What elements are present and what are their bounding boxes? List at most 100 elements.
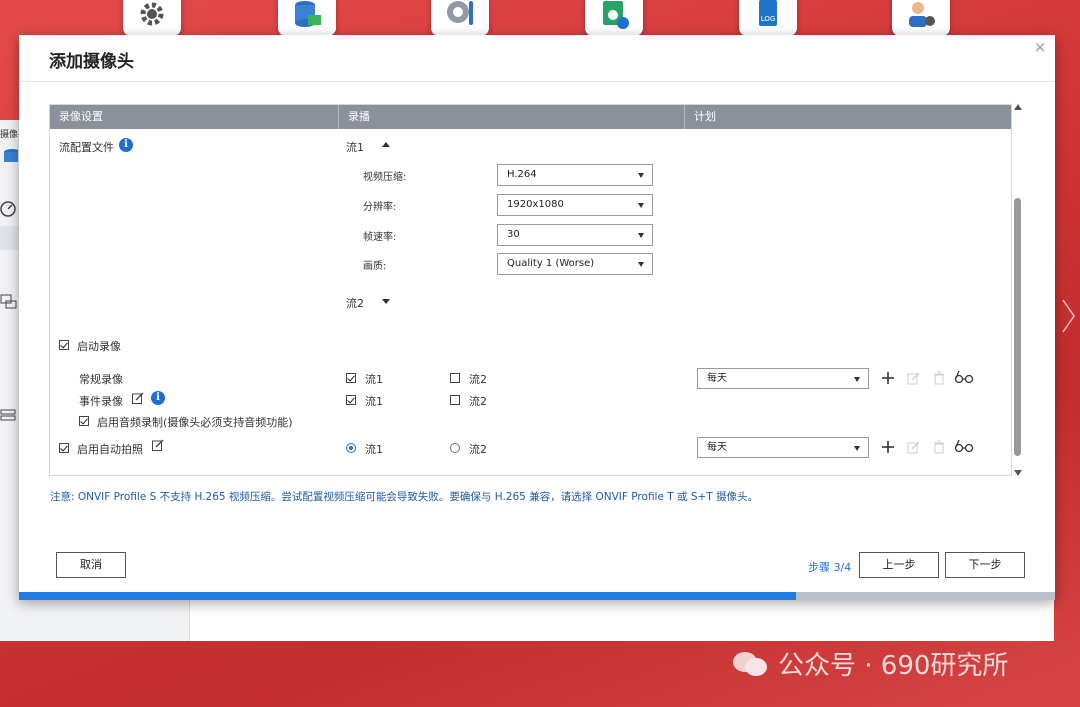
edit-event-icon[interactable] (132, 392, 144, 404)
wizard-progress-fill (19, 592, 796, 600)
chevron-down-icon (638, 262, 644, 267)
enable-audio-label: 启用音频录制(摄像头必须支持音频功能) (97, 416, 293, 429)
regular-schedule-select[interactable]: 每天 (697, 368, 869, 389)
watermark: 公众号 · 690研究所 (730, 645, 1008, 682)
snapshot-stream2-label: 流2 (469, 443, 487, 456)
step-indicator: 步骤 3/4 (808, 561, 852, 574)
dock-storage-icon[interactable] (278, 0, 336, 36)
surveillance-icon (447, 1, 473, 25)
chevron-down-icon (638, 203, 644, 208)
quality-label: 画质: (363, 261, 387, 272)
add-snapshot-schedule-icon[interactable] (881, 440, 895, 454)
resolution-label: 分辨率: (363, 202, 397, 213)
delete-schedule-icon[interactable] (932, 371, 946, 385)
recording-settings-table: 录像设置 录播 计划 流配置文件 i 流1 视频压缩: H.264 分辨率: 1… (49, 104, 1012, 476)
add-schedule-icon[interactable] (881, 371, 895, 385)
regular-schedule-value: 每天 (707, 373, 727, 384)
enable-audio-checkbox[interactable] (79, 416, 89, 426)
app-center-icon (603, 1, 629, 29)
quality-value: Quality 1 (Worse) (507, 258, 595, 269)
chevron-down-icon (638, 173, 644, 178)
chevron-down-icon (854, 446, 860, 451)
dock-surveillance-icon[interactable] (431, 0, 489, 36)
next-button[interactable]: 下一步 (945, 552, 1025, 578)
scroll-thumb[interactable] (1014, 198, 1021, 456)
chevron-down-icon (638, 233, 644, 238)
video-compression-label: 视频压缩: (363, 172, 407, 183)
header-recording: 录播 (339, 105, 685, 129)
regular-stream2-checkbox[interactable] (450, 373, 460, 383)
scroll-up-icon[interactable] (1014, 104, 1022, 110)
snapshot-schedule-value: 每天 (707, 442, 727, 453)
prev-button[interactable]: 上一步 (859, 552, 939, 578)
header-recording-settings: 录像设置 (50, 105, 339, 129)
stream-profile-info-icon[interactable]: i (119, 138, 133, 152)
server-list-icon[interactable] (0, 408, 18, 426)
dashboard-icon[interactable] (0, 200, 18, 218)
edit-snapshot-icon[interactable] (152, 439, 164, 451)
enable-recording-label: 启动录像 (77, 340, 121, 353)
scroll-down-icon[interactable] (1014, 470, 1022, 476)
dock-user-icon[interactable] (892, 0, 950, 36)
close-icon[interactable]: × (1033, 40, 1047, 55)
log-icon-text: LOG (761, 15, 776, 23)
wizard-progress-bar (19, 592, 1055, 600)
frame-rate-value: 30 (507, 229, 520, 240)
delete-snapshot-schedule-icon[interactable] (932, 440, 946, 454)
video-compression-value: H.264 (507, 169, 537, 180)
enable-snapshot-checkbox[interactable] (59, 443, 69, 453)
snapshot-schedule-select[interactable]: 每天 (697, 437, 869, 458)
enable-snapshot-label: 启用自动拍照 (77, 443, 143, 456)
frame-rate-label: 帧速率: (363, 232, 397, 243)
watermark-text: 公众号 · 690研究所 (778, 651, 1009, 681)
view-snapshot-schedule-icon[interactable] (954, 439, 974, 453)
header-schedule: 计划 (694, 110, 716, 123)
event-recording-label: 事件录像 (79, 395, 123, 408)
log-icon: LOG (759, 0, 777, 26)
frame-rate-select[interactable]: 30 (497, 224, 653, 246)
event-stream1-label: 流1 (365, 395, 383, 408)
resolution-value: 1920x1080 (507, 199, 564, 210)
regular-recording-label: 常规录像 (79, 373, 123, 386)
stream2-label: 流2 (346, 297, 364, 310)
stream1-label: 流1 (346, 141, 364, 154)
dock-app-icon[interactable] (585, 0, 643, 36)
dock-settings-icon[interactable] (123, 0, 181, 36)
edit-snapshot-schedule-icon[interactable] (907, 440, 921, 454)
view-schedule-icon[interactable] (954, 370, 974, 384)
h265-compatibility-note: 注意: ONVIF Profile S 不支持 H.265 视频压缩。尝试配置视… (50, 491, 759, 503)
snapshot-stream2-radio[interactable] (450, 443, 460, 453)
storage-icon (295, 1, 321, 27)
resolution-select[interactable]: 1920x1080 (497, 194, 653, 216)
event-stream2-label: 流2 (469, 395, 487, 408)
add-camera-dialog: 添加摄像头 × 录像设置 录播 计划 流配置文件 i 流1 视频压缩: H.26… (19, 35, 1055, 600)
enable-recording-checkbox[interactable] (59, 340, 69, 350)
user-settings-icon (909, 2, 935, 27)
stream2-expand-icon[interactable] (382, 299, 390, 304)
dialog-title: 添加摄像头 (49, 52, 134, 72)
stream1-collapse-icon[interactable] (382, 142, 390, 147)
database-icon[interactable] (0, 148, 18, 166)
snapshot-stream1-radio[interactable] (346, 443, 356, 453)
cancel-button[interactable]: 取消 (56, 552, 126, 578)
chevron-down-icon (854, 377, 860, 382)
dock-log-icon[interactable]: LOG (739, 0, 797, 36)
next-page-arrow-icon[interactable] (1060, 298, 1076, 334)
snapshot-stream1-label: 流1 (365, 443, 383, 456)
regular-stream2-label: 流2 (469, 373, 487, 386)
quality-select[interactable]: Quality 1 (Worse) (497, 253, 653, 275)
event-stream1-checkbox[interactable] (346, 395, 356, 405)
gear-icon (140, 2, 164, 26)
regular-stream1-label: 流1 (365, 373, 383, 386)
event-recording-info-icon[interactable]: i (151, 391, 165, 405)
table-header: 录像设置 录播 计划 (50, 105, 1011, 129)
video-compression-select[interactable]: H.264 (497, 164, 653, 186)
regular-stream1-checkbox[interactable] (346, 373, 356, 383)
title-divider (19, 81, 1055, 82)
edit-schedule-icon[interactable] (907, 371, 921, 385)
table-scrollbar[interactable] (1013, 104, 1023, 476)
camera-network-icon[interactable] (0, 292, 18, 310)
wechat-icon (733, 651, 767, 676)
event-stream2-checkbox[interactable] (450, 395, 460, 405)
stream-profile-label: 流配置文件 (59, 141, 114, 154)
